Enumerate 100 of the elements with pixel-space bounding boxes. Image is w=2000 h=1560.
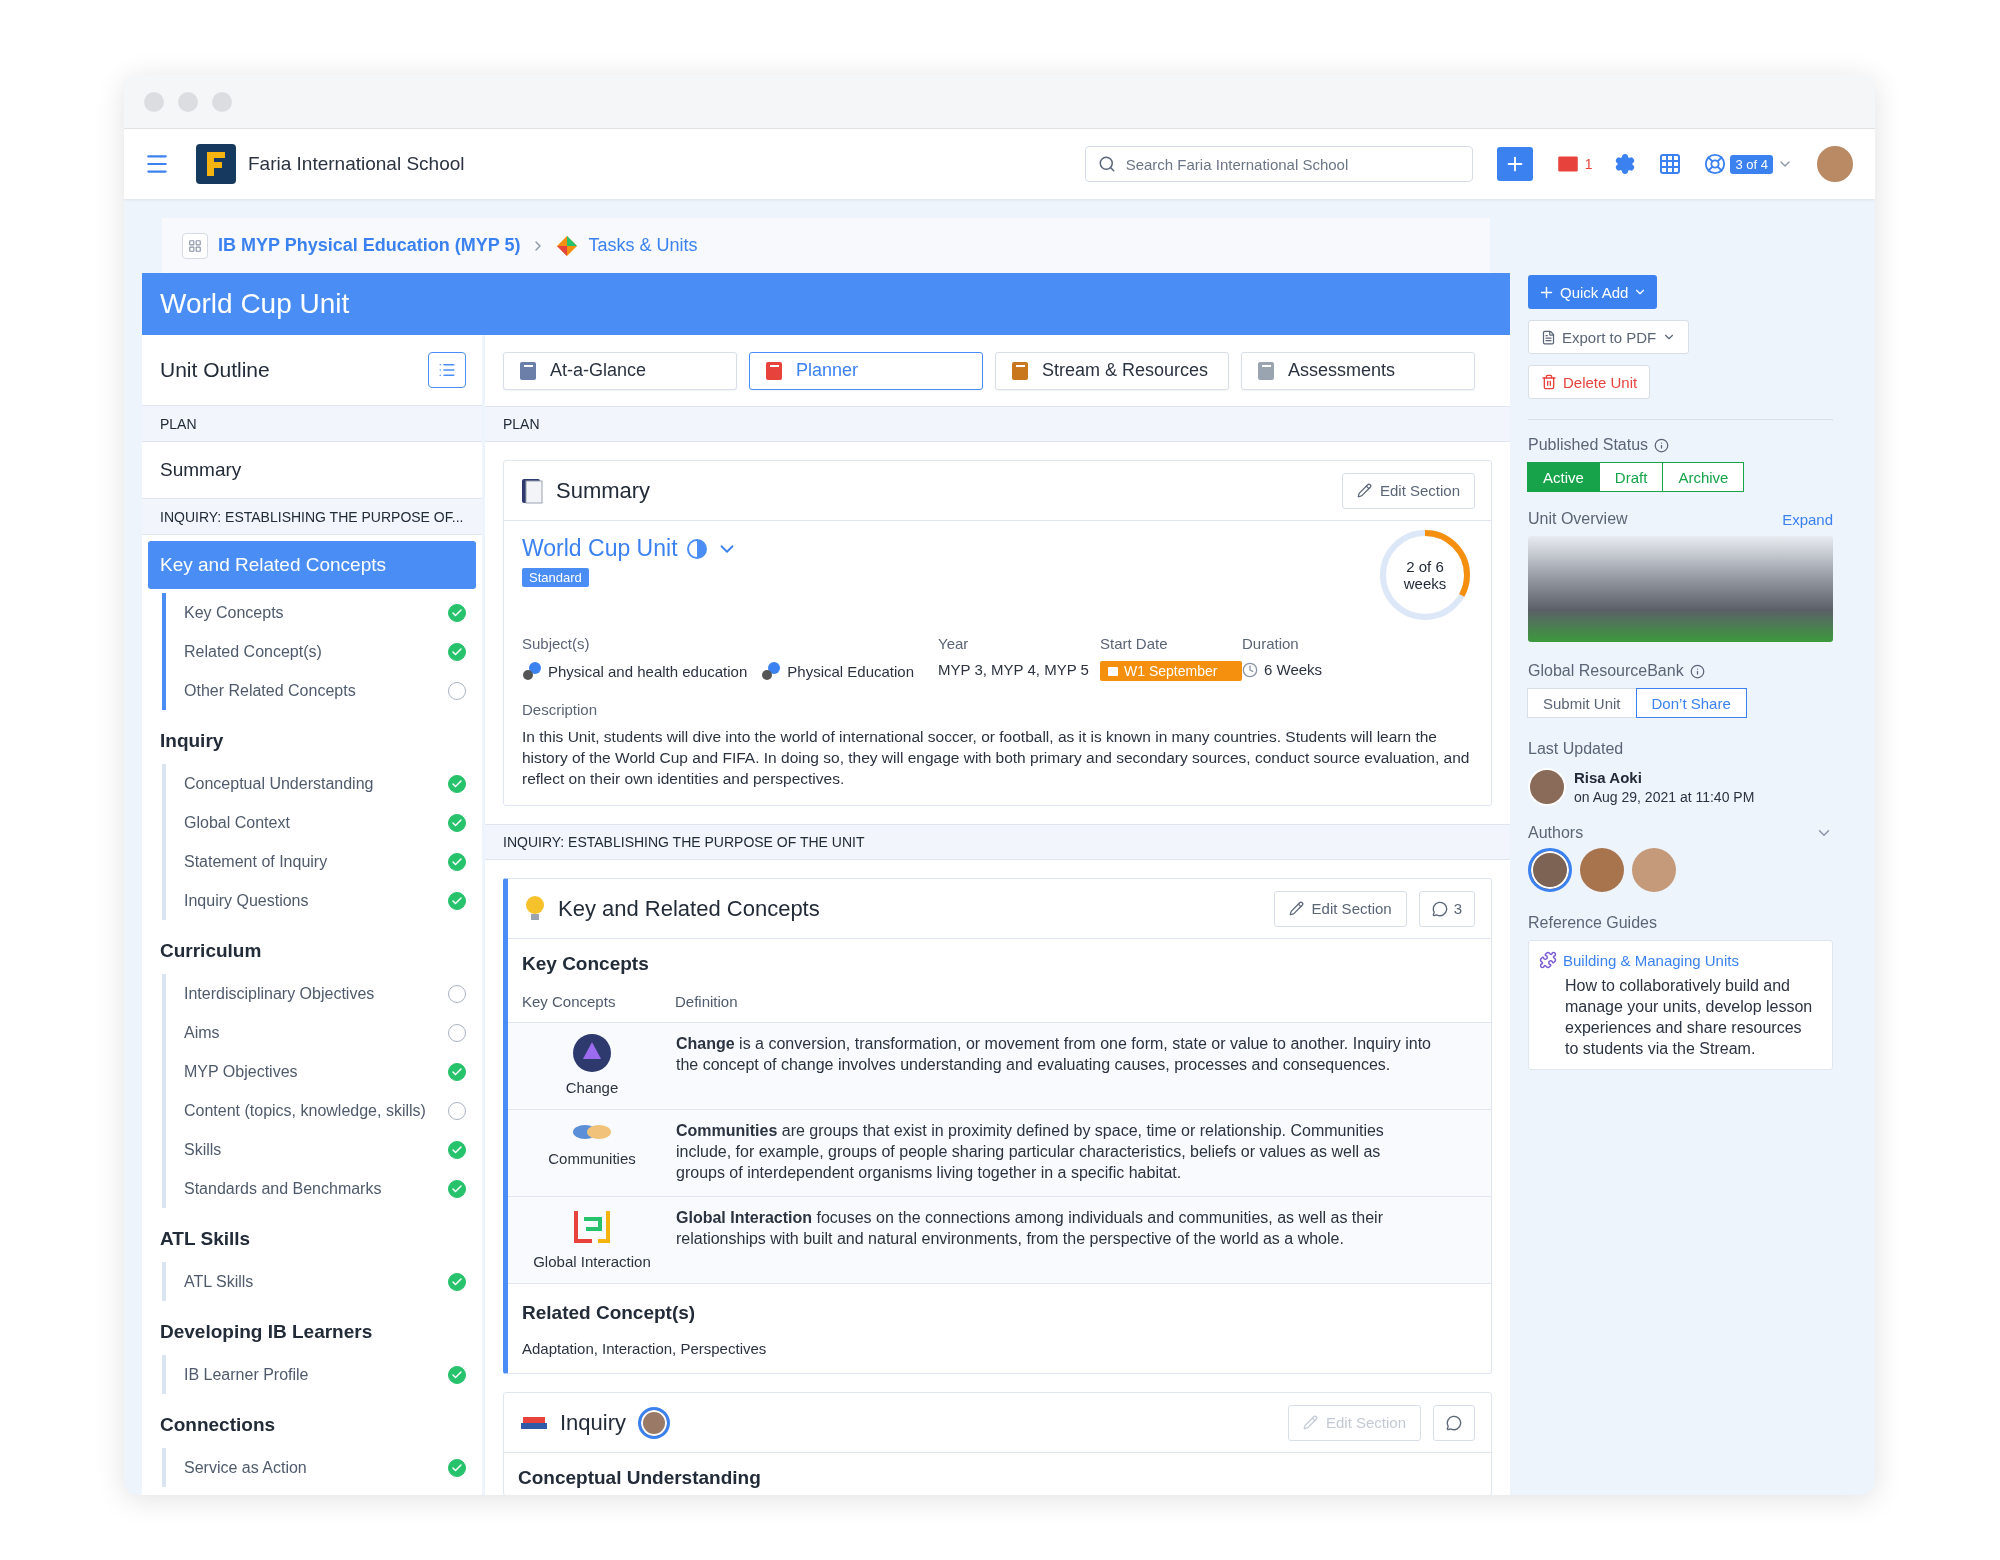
add-button[interactable] — [1496, 147, 1533, 181]
clock-icon — [1242, 661, 1258, 678]
outline-group[interactable]: Developing IB Learners — [142, 1309, 482, 1355]
author-avatar[interactable] — [1632, 848, 1676, 892]
outline-item[interactable]: Inquiry Questions — [166, 881, 482, 920]
trash-icon — [1541, 374, 1557, 390]
quick-add-button[interactable]: Quick Add — [1528, 275, 1658, 309]
subject-value: Physical and health education — [522, 661, 748, 681]
apps-button[interactable] — [1658, 152, 1683, 176]
edit-section-button[interactable]: Edit Section — [1273, 890, 1407, 927]
tab[interactable]: At-a-Glance — [503, 351, 737, 390]
outline-group[interactable]: Curriculum — [142, 928, 482, 974]
book-icon — [518, 359, 538, 382]
comments-button[interactable] — [1433, 1404, 1475, 1441]
card-title: Key and Related Concepts — [558, 895, 820, 922]
outline-item[interactable]: ATL Skills — [166, 1262, 482, 1301]
outline-item[interactable]: Service as Action — [166, 1448, 482, 1487]
section-band: INQUIRY: ESTABLISHING THE PURPOSE OF THE UNIT — [485, 824, 1510, 860]
duration-value: 6 Weeks — [1242, 661, 1382, 678]
info-icon — [1689, 663, 1705, 679]
share-option[interactable]: Submit Unit — [1527, 688, 1637, 718]
outline-item[interactable]: IB Learner Profile — [166, 1355, 482, 1394]
outline-item[interactable]: Conceptual Understanding — [166, 764, 482, 803]
lightbulb-icon — [524, 894, 546, 923]
author-avatar[interactable] — [1580, 848, 1624, 892]
outline-item[interactable]: Statement of Inquiry — [166, 842, 482, 881]
column-header: Definition — [675, 993, 739, 1010]
outline-item[interactable]: Global Context — [166, 803, 482, 842]
window-control-dot[interactable] — [212, 91, 232, 112]
section-band: PLAN — [142, 406, 482, 442]
card-title: Summary — [556, 477, 651, 504]
outline-item[interactable]: Content (topics, knowledge, skills) — [166, 1091, 482, 1130]
pencil-icon — [1302, 1415, 1318, 1430]
comment-icon — [1431, 900, 1448, 917]
grid-icon — [1658, 152, 1683, 176]
notebook-icon — [520, 476, 544, 505]
concept-name: Change — [565, 1079, 619, 1096]
puzzle-icon — [1539, 951, 1557, 969]
concept-icon — [572, 1033, 612, 1073]
mail-button[interactable]: 1 — [1554, 151, 1593, 177]
guide-description: How to collaboratively build and manage your units, develop lesson experiences and share resources to students via the Stream. — [1565, 976, 1814, 1059]
weeks-count: 2 of 6 — [1406, 558, 1444, 575]
book-icon — [1010, 359, 1030, 382]
field-label: Year — [938, 635, 970, 652]
account-switcher[interactable]: 3 of 4 — [1704, 153, 1793, 175]
outline-item[interactable]: Related Concept(s) — [166, 632, 482, 671]
description-text: In this Unit, students will dive into the world of international soccer, or football, as it is known in many countries. Students will learn the history of the World Cup and FIFA. In doing so, they will engage with both primary and secondary sources, conduct source evaluation, and reflect on their own identities and perspectives. — [522, 727, 1471, 789]
subsection-heading: Conceptual Understanding — [517, 1466, 762, 1490]
puzzle-icon — [556, 234, 579, 257]
published-status-label: Published Status — [1528, 436, 1670, 454]
comments-button[interactable]: 3 — [1418, 890, 1475, 927]
avatar — [1528, 768, 1566, 806]
column-header: Key Concepts — [522, 993, 617, 1010]
outline-button[interactable] — [428, 352, 466, 388]
guide-link[interactable]: Building & Managing Units — [1539, 951, 1818, 969]
outline-item[interactable]: Interdisciplinary Objectives — [166, 974, 482, 1013]
field-label: Start Date — [1100, 635, 1169, 652]
last-updated-label: Last Updated — [1528, 740, 1624, 758]
author-avatar[interactable] — [1528, 848, 1572, 892]
info-icon — [1654, 437, 1670, 453]
subsection-heading: Related Concept(s) — [521, 1301, 697, 1325]
book-icon — [764, 359, 784, 382]
section-band: INQUIRY: ESTABLISHING THE PURPOSE OF... — [142, 499, 482, 535]
field-label: Description — [522, 701, 599, 718]
updater-name: Risa Aoki — [1574, 769, 1643, 786]
lifebuoy-icon — [1704, 153, 1727, 175]
outline-item[interactable]: MYP Objectives — [166, 1052, 482, 1091]
standard-tag: Standard — [522, 568, 589, 587]
field-label: Subject(s) — [522, 635, 591, 652]
list-icon — [438, 361, 456, 379]
pencil-icon — [1288, 901, 1304, 916]
breadcrumb-link[interactable]: Tasks & Units — [588, 235, 698, 256]
window-control-dot[interactable] — [144, 91, 164, 112]
outline-item[interactable]: Key Concepts — [166, 593, 482, 632]
reference-guides-label: Reference Guides — [1528, 914, 1657, 932]
outline-item[interactable]: Aims — [166, 1013, 482, 1052]
school-name: Faria International School — [248, 153, 465, 175]
section-band: PLAN — [485, 406, 1510, 442]
export-pdf-button[interactable]: Export to PDF — [1528, 320, 1690, 354]
window-control-dot[interactable] — [178, 91, 198, 112]
search-icon — [1097, 155, 1116, 173]
edit-section-button[interactable]: Edit Section — [1341, 472, 1475, 509]
outline-item[interactable]: Standards and Benchmarks — [166, 1169, 482, 1208]
tab[interactable]: Planner — [749, 351, 983, 390]
outline-group[interactable]: ATL Skills — [142, 1216, 482, 1262]
search-field[interactable]: Search Faria International School — [1084, 146, 1473, 182]
outline-group[interactable]: Inquiry — [142, 718, 482, 764]
tab[interactable]: Assessments — [1241, 351, 1475, 390]
concept-definition: Change is a conversion, transformation, or movement from one form, state or value to another. Inquiry into the concept of change involves understanding and evaluating causes, processes and consequences. — [676, 1034, 1431, 1075]
delete-unit-button[interactable]: Delete Unit — [1528, 365, 1651, 399]
breadcrumb-link[interactable]: IB MYP Physical Education (MYP 5) — [218, 235, 521, 256]
avatar — [638, 1406, 671, 1439]
outline-item[interactable]: Skills — [166, 1130, 482, 1169]
subsection-heading: Key Concepts — [521, 952, 650, 976]
share-option[interactable]: Don’t Share — [1635, 688, 1747, 718]
unit-name: World Cup Unit — [522, 535, 678, 562]
outline-group[interactable]: Connections — [142, 1402, 482, 1448]
tab[interactable]: Stream & Resources — [995, 351, 1229, 390]
outline-item[interactable]: Other Related Concepts — [166, 671, 482, 710]
book-icon — [1256, 359, 1276, 382]
